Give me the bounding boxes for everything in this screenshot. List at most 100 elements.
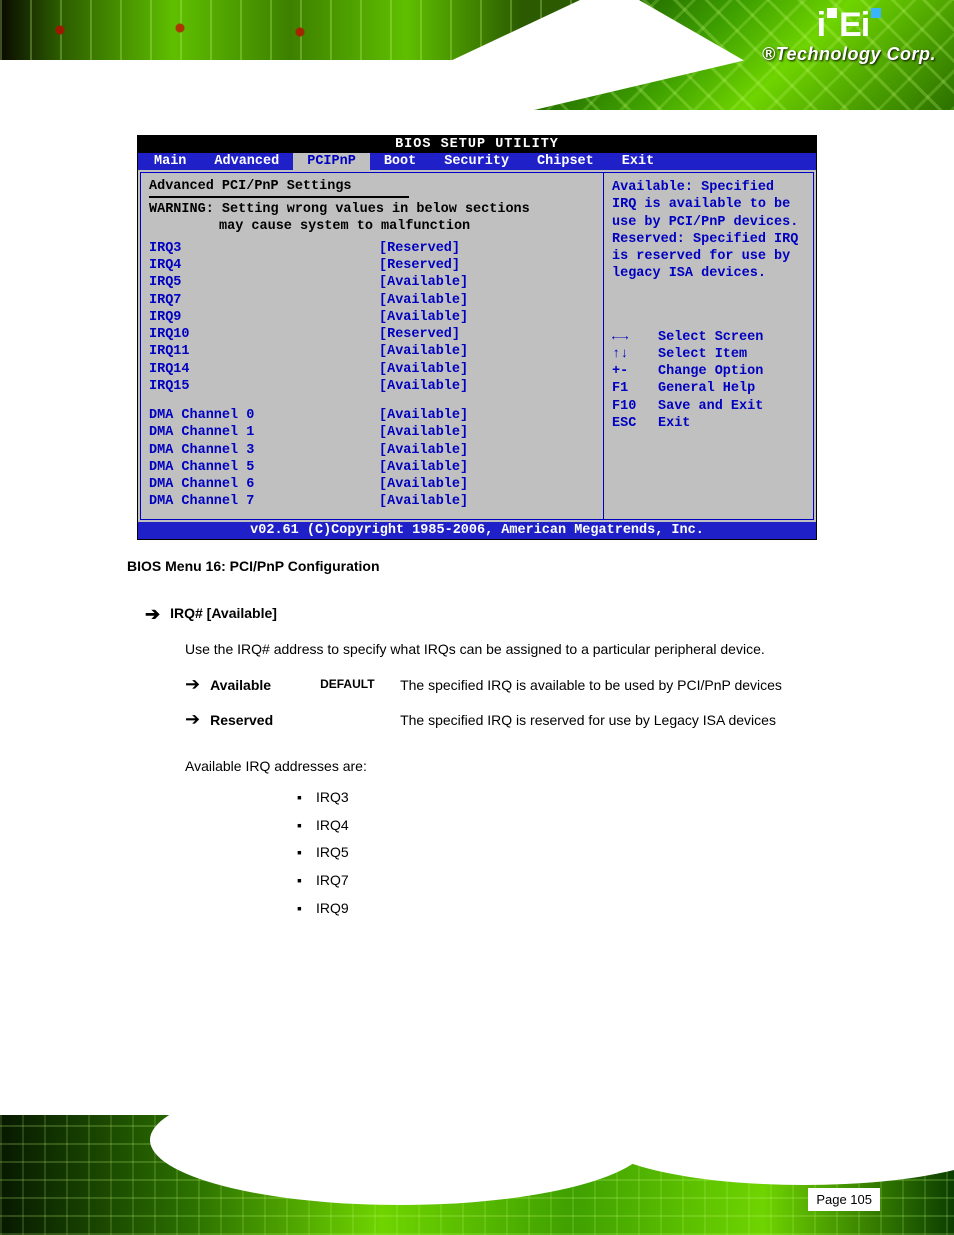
bios-setting-row[interactable]: DMA Channel 1[Available] xyxy=(149,424,595,441)
bios-key: ←→ xyxy=(612,329,658,346)
bios-setting-value: [Available] xyxy=(379,343,468,360)
bios-setting-value: [Available] xyxy=(379,407,468,424)
bios-tab-chipset[interactable]: Chipset xyxy=(523,153,608,170)
bios-key-desc: Select Item xyxy=(658,346,747,363)
bios-setting-row[interactable]: DMA Channel 3[Available] xyxy=(149,442,595,459)
bios-setting-value: [Available] xyxy=(379,361,468,378)
bios-setting-label: DMA Channel 0 xyxy=(149,407,379,424)
bios-setting-value: [Reserved] xyxy=(379,240,460,257)
bios-setting-label: IRQ9 xyxy=(149,309,379,326)
bios-tab-advanced[interactable]: Advanced xyxy=(200,153,293,170)
brand-tagline: ®Technology Corp. xyxy=(762,44,936,65)
bios-setting-value: [Available] xyxy=(379,476,468,493)
bios-setting-label: IRQ7 xyxy=(149,292,379,309)
bios-setting-value: [Available] xyxy=(379,378,468,395)
bios-key: F10 xyxy=(612,398,658,415)
bios-key-desc: Select Screen xyxy=(658,329,763,346)
bios-tab-security[interactable]: Security xyxy=(430,153,523,170)
bios-irq-rows: IRQ3[Reserved]IRQ4[Reserved]IRQ5[Availab… xyxy=(149,240,595,395)
bios-tab-main[interactable]: Main xyxy=(140,153,200,170)
bios-setting-label: DMA Channel 6 xyxy=(149,476,379,493)
bios-setting-value: [Available] xyxy=(379,424,468,441)
option-reserved-desc: The specified IRQ is reserved for use by… xyxy=(400,710,776,732)
bios-setting-label: IRQ4 xyxy=(149,257,379,274)
bios-setting-label: IRQ14 xyxy=(149,361,379,378)
arrow-icon: ➔ xyxy=(185,710,200,728)
irq-bullet-list: IRQ3IRQ4IRQ5IRQ7IRQ9 xyxy=(297,784,827,922)
bios-warning: WARNING: Setting wrong values in below s… xyxy=(149,202,595,236)
bios-setting-row[interactable]: DMA Channel 0[Available] xyxy=(149,407,595,424)
bios-key-row: F1General Help xyxy=(612,380,805,397)
bios-tab-pcipnp[interactable]: PCIPnP xyxy=(293,153,370,170)
pcb-texture-left xyxy=(0,0,580,60)
bios-setting-row[interactable]: DMA Channel 6[Available] xyxy=(149,476,595,493)
bios-setting-label: DMA Channel 5 xyxy=(149,459,379,476)
brand-logo: iEi xyxy=(762,8,936,42)
bios-tab-bar: MainAdvancedPCIPnPBootSecurityChipsetExi… xyxy=(138,153,816,170)
brand-block: iEi ®Technology Corp. xyxy=(762,8,936,65)
white-wave xyxy=(150,1075,650,1205)
bios-setting-value: [Reserved] xyxy=(379,326,460,343)
bios-setting-value: [Available] xyxy=(379,274,468,291)
arrow-icon: ➔ xyxy=(145,605,160,623)
bios-setting-row[interactable]: IRQ7[Available] xyxy=(149,292,595,309)
bios-key: ↑↓ xyxy=(612,346,658,363)
section-irq: ➔ IRQ# [Available] xyxy=(145,603,827,625)
bios-setting-row[interactable]: IRQ14[Available] xyxy=(149,361,595,378)
bios-section-header: Advanced PCI/PnP Settings xyxy=(149,179,595,194)
bios-setting-row[interactable]: DMA Channel 7[Available] xyxy=(149,493,595,510)
bios-screenshot: BIOS SETUP UTILITY MainAdvancedPCIPnPBoo… xyxy=(137,135,817,540)
bios-key: +- xyxy=(612,363,658,380)
bios-key: ESC xyxy=(612,415,658,432)
bios-setting-row[interactable]: IRQ11[Available] xyxy=(149,343,595,360)
divider xyxy=(149,196,409,198)
bios-body: Advanced PCI/PnP Settings WARNING: Setti… xyxy=(138,170,816,522)
bios-setting-value: [Available] xyxy=(379,493,468,510)
option-available-desc: The specified IRQ is available to be use… xyxy=(400,675,782,697)
bottom-banner: Page 105 xyxy=(0,1115,954,1235)
bios-right-pane: Available: Specified IRQ is available to… xyxy=(604,172,814,520)
bios-left-pane: Advanced PCI/PnP Settings WARNING: Setti… xyxy=(140,172,604,520)
bios-setting-row[interactable]: DMA Channel 5[Available] xyxy=(149,459,595,476)
bios-setting-label: IRQ5 xyxy=(149,274,379,291)
bios-setting-label: IRQ3 xyxy=(149,240,379,257)
bios-setting-row[interactable]: IRQ10[Reserved] xyxy=(149,326,595,343)
bios-key-desc: General Help xyxy=(658,380,755,397)
bios-key-row: ↑↓Select Item xyxy=(612,346,805,363)
top-banner: iEi ®Technology Corp. xyxy=(0,0,954,120)
list-item: IRQ3 xyxy=(297,784,827,812)
bios-key-row: F10Save and Exit xyxy=(612,398,805,415)
option-reserved-label: Reserved xyxy=(210,710,310,732)
bios-setting-label: DMA Channel 7 xyxy=(149,493,379,510)
arrow-icon: ➔ xyxy=(185,675,200,693)
bios-setting-row[interactable]: IRQ5[Available] xyxy=(149,274,595,291)
section-irq-body: Use the IRQ# address to specify what IRQ… xyxy=(185,639,827,661)
bios-key-row: +-Change Option xyxy=(612,363,805,380)
bios-setting-label: DMA Channel 1 xyxy=(149,424,379,441)
list-item: IRQ5 xyxy=(297,839,827,867)
bios-key-row: ←→Select Screen xyxy=(612,329,805,346)
bios-setting-row[interactable]: IRQ4[Reserved] xyxy=(149,257,595,274)
bios-setting-row[interactable]: IRQ3[Reserved] xyxy=(149,240,595,257)
bios-setting-label: DMA Channel 3 xyxy=(149,442,379,459)
bios-tab-boot[interactable]: Boot xyxy=(370,153,430,170)
document-body: BIOS Menu 16: PCI/PnP Configuration ➔ IR… xyxy=(127,556,827,923)
bios-key-help: ←→Select Screen↑↓Select Item+-Change Opt… xyxy=(612,329,805,433)
bios-setting-row[interactable]: IRQ15[Available] xyxy=(149,378,595,395)
bios-key-desc: Change Option xyxy=(658,363,763,380)
bios-footer: v02.61 (C)Copyright 1985-2006, American … xyxy=(138,522,816,539)
option-available: ➔ Available DEFAULT The specified IRQ is… xyxy=(185,675,827,697)
bios-title: BIOS SETUP UTILITY xyxy=(138,136,816,153)
bios-setting-value: [Reserved] xyxy=(379,257,460,274)
bios-setting-row[interactable]: IRQ9[Available] xyxy=(149,309,595,326)
option-available-default: DEFAULT xyxy=(320,675,390,694)
page-number: Page 105 xyxy=(808,1188,880,1211)
bios-setting-label: IRQ11 xyxy=(149,343,379,360)
bios-key-desc: Save and Exit xyxy=(658,398,763,415)
bios-key-row: ESCExit xyxy=(612,415,805,432)
bios-setting-label: IRQ15 xyxy=(149,378,379,395)
bios-setting-value: [Available] xyxy=(379,309,468,326)
option-reserved: ➔ Reserved The specified IRQ is reserved… xyxy=(185,710,827,732)
bios-tab-exit[interactable]: Exit xyxy=(608,153,668,170)
bios-key-desc: Exit xyxy=(658,415,690,432)
